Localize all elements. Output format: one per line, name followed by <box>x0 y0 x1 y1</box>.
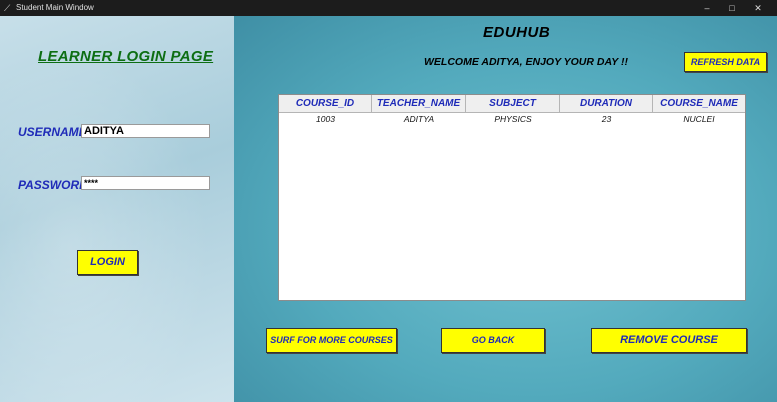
window-title: Student Main Window <box>16 3 94 12</box>
password-label: PASSWORD <box>18 178 88 192</box>
table-header: COURSE_ID TEACHER_NAME SUBJECT DURATION … <box>279 95 745 113</box>
login-button[interactable]: LOGIN <box>77 250 138 275</box>
feather-icon: ⟋ <box>4 3 11 13</box>
cell-course-id: 1003 <box>316 114 335 124</box>
close-button[interactable]: ✕ <box>748 2 768 14</box>
minimize-button[interactable]: – <box>697 2 717 14</box>
column-header-course-name[interactable]: COURSE_NAME <box>653 95 745 112</box>
column-header-teacher-name[interactable]: TEACHER_NAME <box>372 95 466 112</box>
login-heading: LEARNER LOGIN PAGE <box>38 48 214 65</box>
remove-course-button[interactable]: REMOVE COURSE <box>591 328 747 353</box>
refresh-data-button[interactable]: REFRESH DATA <box>684 52 767 72</box>
column-header-duration[interactable]: DURATION <box>560 95 653 112</box>
cell-duration: 23 <box>601 114 612 124</box>
cell-subject: PHYSICS <box>494 114 532 124</box>
courses-table: COURSE_ID TEACHER_NAME SUBJECT DURATION … <box>278 94 746 301</box>
cell-course-name: NUCLEI <box>683 114 715 124</box>
surf-more-courses-button[interactable]: SURF FOR MORE COURSES <box>266 328 397 353</box>
maximize-button[interactable]: □ <box>722 2 742 14</box>
login-panel <box>0 16 234 402</box>
brand-title: EDUHUB <box>483 24 551 41</box>
password-field[interactable]: **** <box>81 176 210 190</box>
cell-teacher-name: ADITYA <box>403 114 435 124</box>
username-label: USERNAME <box>18 125 87 139</box>
column-header-subject[interactable]: SUBJECT <box>466 95 560 112</box>
go-back-button[interactable]: GO BACK <box>441 328 545 353</box>
welcome-message: WELCOME ADITYA, ENJOY YOUR DAY !! <box>424 56 628 68</box>
username-field[interactable]: ADITYA <box>81 124 210 138</box>
column-header-course-id[interactable]: COURSE_ID <box>279 95 372 112</box>
title-bar: ⟋ Student Main Window – □ ✕ <box>0 0 777 16</box>
